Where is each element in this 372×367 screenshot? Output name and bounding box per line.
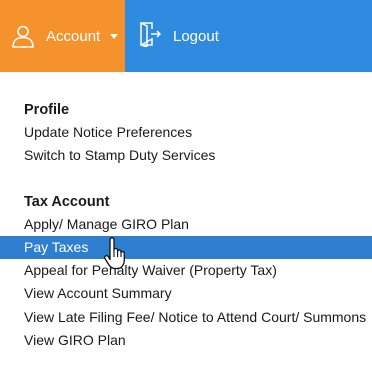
menu-item-appeal-penalty-waiver[interactable]: Appeal for Penalty Waiver (Property Tax) xyxy=(0,259,372,282)
logout-label: Logout xyxy=(173,27,219,45)
menu-item-view-giro-plan[interactable]: View GIRO Plan xyxy=(0,329,372,352)
menu-item-switch-to-stamp-duty[interactable]: Switch to Stamp Duty Services xyxy=(0,144,372,167)
menu-item-view-late-filing-fee[interactable]: View Late Filing Fee/ Notice to Attend C… xyxy=(0,306,372,329)
menu-item-apply-manage-giro-plan[interactable]: Apply/ Manage GIRO Plan xyxy=(0,213,372,236)
account-dropdown-menu: Profile Update Notice Preferences Switch… xyxy=(0,99,372,352)
section-heading-profile: Profile xyxy=(24,102,70,118)
menu-item-pay-taxes[interactable]: Pay Taxes xyxy=(0,235,372,260)
account-menu-button[interactable]: Account xyxy=(0,0,125,72)
chevron-down-icon xyxy=(110,33,119,39)
logout-door-icon xyxy=(139,21,162,52)
menu-item-view-account-summary[interactable]: View Account Summary xyxy=(0,282,372,305)
account-label: Account xyxy=(46,27,101,45)
top-bar: Account Logout xyxy=(0,0,372,72)
section-heading-tax-account: Tax Account xyxy=(24,193,110,210)
logout-button[interactable]: Logout xyxy=(125,0,372,72)
user-icon xyxy=(10,23,36,49)
menu-item-update-notice-preferences[interactable]: Update Notice Preferences xyxy=(0,121,372,144)
